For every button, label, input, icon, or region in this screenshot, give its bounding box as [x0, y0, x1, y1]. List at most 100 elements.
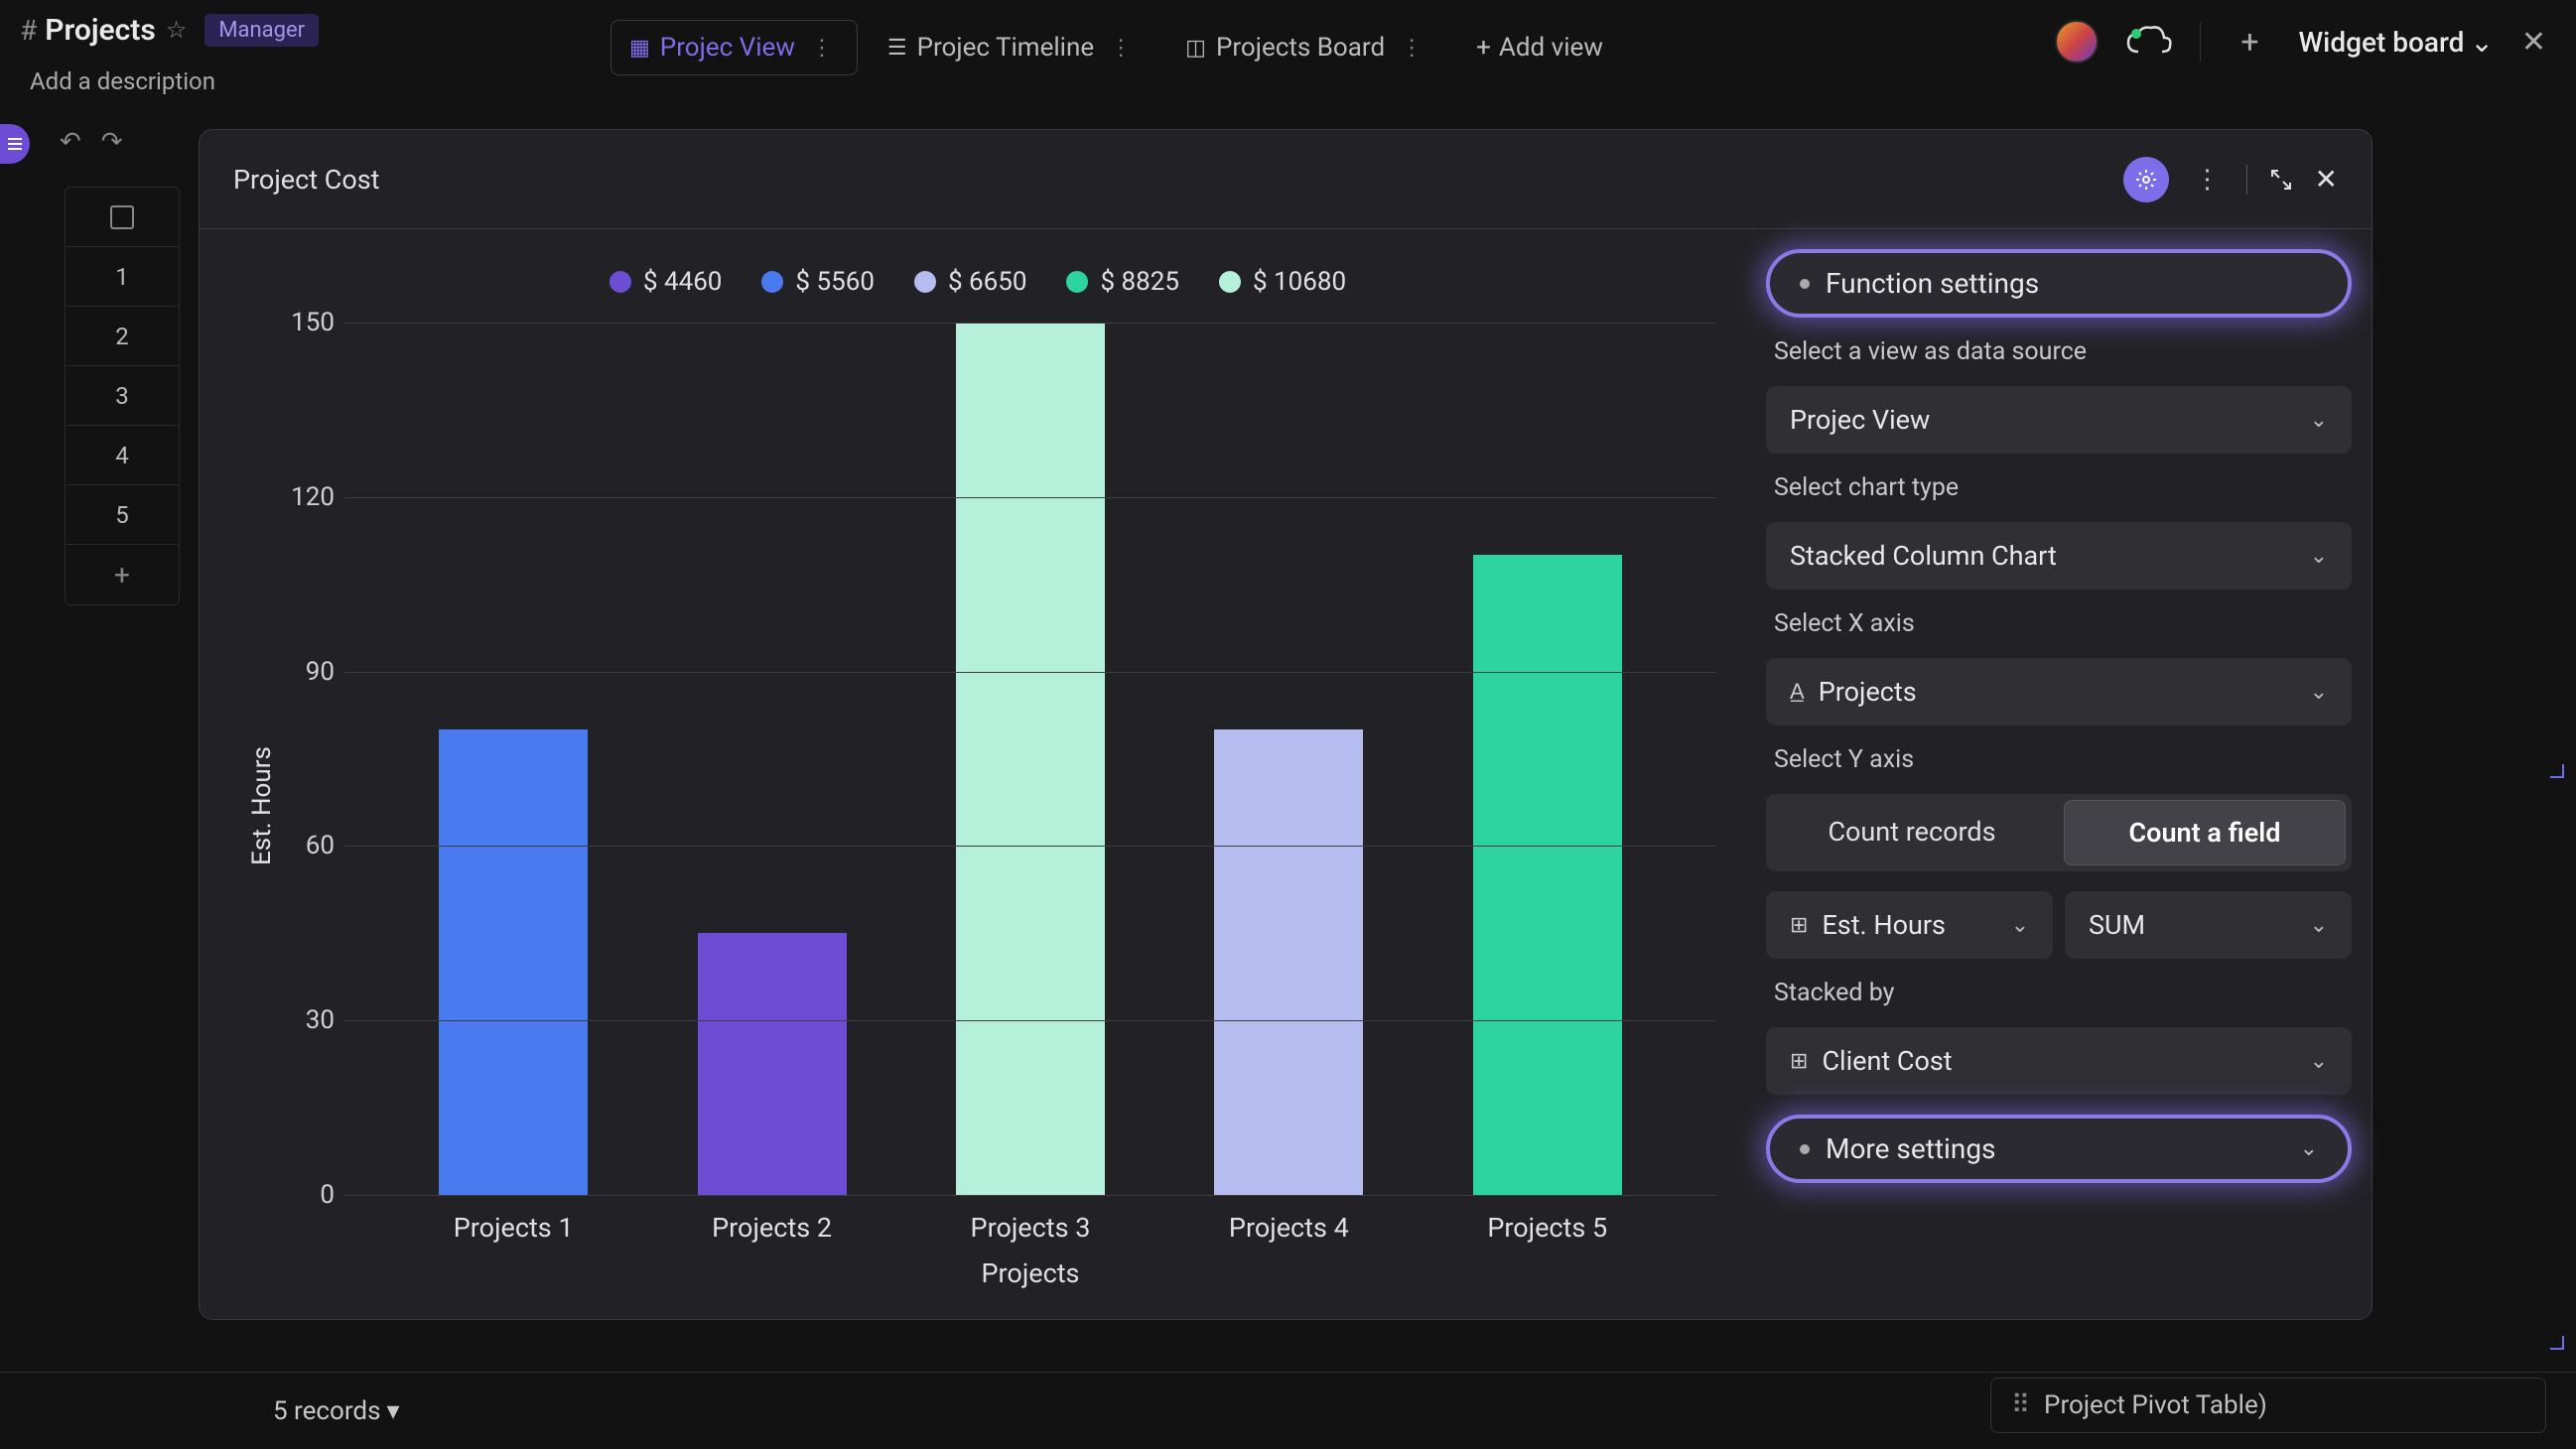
chart-bar[interactable]	[1473, 555, 1622, 1195]
view-tab-timeline[interactable]: ☰ Projec Timeline ⋮	[870, 21, 1155, 74]
modal-title: Project Cost	[233, 164, 380, 196]
tab-menu-icon[interactable]: ⋮	[1104, 36, 1138, 61]
row-numbers-column: 1 2 3 4 5 +	[65, 187, 180, 605]
select-value: Projec View	[1790, 404, 1930, 436]
sync-cloud-icon[interactable]	[2126, 26, 2172, 58]
x-axis-ticks: Projects 1Projects 2Projects 3Projects 4…	[344, 1196, 1716, 1244]
pivot-label: Project Pivot Table)	[2044, 1390, 2267, 1420]
chevron-down-icon: ⌄	[2300, 1136, 2318, 1161]
y-field-select[interactable]: ⊞ Est. Hours ⌄	[1766, 891, 2053, 959]
page-title: Projects	[45, 13, 156, 48]
legend-label: $ 4460	[643, 267, 723, 297]
legend-dot-icon	[914, 271, 936, 293]
chevron-down-icon: ⌄	[2011, 913, 2029, 938]
select-value: Est. Hours	[1822, 909, 1946, 941]
section-title: Function settings	[1826, 267, 2039, 300]
chart-area: $ 4460 $ 5560 $ 6650 $ 8825 $ 10680 Est. Hou…	[200, 229, 1756, 1319]
plus-icon: +	[1476, 33, 1491, 63]
text-field-icon: A̲	[1790, 679, 1805, 705]
legend-label: $ 5560	[795, 267, 875, 297]
avatar[interactable]	[2055, 20, 2099, 64]
close-button[interactable]: ✕	[2315, 163, 2338, 196]
chart-bar[interactable]	[1214, 729, 1363, 1195]
sidebar-toggle[interactable]	[0, 124, 30, 164]
y-tick-label: 150	[285, 308, 335, 337]
hash-icon: #	[20, 14, 37, 47]
y-tick-label: 0	[285, 1180, 335, 1210]
board-icon: ◫	[1185, 36, 1206, 61]
row-number[interactable]: 5	[66, 485, 179, 545]
expand-button[interactable]	[2269, 168, 2293, 192]
settings-panel: Function settings Select a view as data …	[1756, 229, 2372, 1319]
count-field-option[interactable]: Count a field	[2064, 800, 2346, 865]
resize-handle[interactable]	[2550, 1336, 2564, 1350]
redo-button[interactable]: ↷	[101, 127, 123, 157]
select-value: Projects	[1819, 676, 1917, 708]
tab-menu-icon[interactable]: ⋮	[805, 36, 839, 61]
records-count[interactable]: 5 records ▾	[30, 1396, 400, 1426]
legend-item[interactable]: $ 4460	[610, 267, 723, 297]
view-tab-label: Projec Timeline	[917, 33, 1095, 63]
x-axis-label: Select X axis	[1766, 609, 2352, 638]
views-row: ▦ Projec View ⋮ ☰ Projec Timeline ⋮ ◫ Pr…	[610, 20, 1621, 75]
legend-item[interactable]: $ 5560	[761, 267, 875, 297]
add-row-button[interactable]: +	[66, 545, 179, 604]
undo-redo: ↶ ↷	[60, 127, 123, 157]
drag-handle-icon[interactable]: ⠿	[2011, 1390, 2032, 1420]
legend-label: $ 10680	[1253, 267, 1346, 297]
row-number[interactable]: 2	[66, 307, 179, 366]
legend-item[interactable]: $ 10680	[1219, 267, 1346, 297]
legend-item[interactable]: $ 6650	[914, 267, 1027, 297]
pivot-table-widget[interactable]: ⠿ Project Pivot Table)	[1990, 1378, 2546, 1433]
chart-legend: $ 4460 $ 5560 $ 6650 $ 8825 $ 10680	[239, 267, 1716, 297]
star-icon[interactable]: ☆	[166, 16, 188, 44]
close-panel-button[interactable]: ✕	[2521, 25, 2546, 60]
legend-label: $ 8825	[1100, 267, 1179, 297]
chart-bar[interactable]	[956, 323, 1105, 1195]
chevron-down-icon: ⌄	[2310, 680, 2328, 705]
bullet-icon	[1800, 1144, 1810, 1154]
y-axis-mode-segment: Count records Count a field	[1766, 794, 2352, 871]
legend-dot-icon	[610, 271, 631, 293]
y-tick-label: 90	[285, 657, 335, 687]
undo-button[interactable]: ↶	[60, 127, 81, 157]
select-value: SUM	[2089, 909, 2145, 941]
y-axis-label: Est. Hours	[239, 323, 285, 1289]
stacked-by-label: Stacked by	[1766, 979, 2352, 1007]
bullet-icon	[1800, 279, 1810, 289]
view-tab-label: Projects Board	[1216, 33, 1385, 63]
select-value: Client Cost	[1822, 1045, 1952, 1077]
x-axis-select[interactable]: A̲ Projects ⌄	[1766, 658, 2352, 725]
row-number[interactable]: 4	[66, 426, 179, 485]
chevron-down-icon: ⌄	[2310, 913, 2328, 938]
select-all-checkbox[interactable]	[66, 188, 179, 247]
chart-bar[interactable]	[698, 933, 847, 1195]
more-settings-section[interactable]: More settings ⌄	[1766, 1115, 2352, 1183]
settings-button[interactable]	[2123, 157, 2169, 202]
view-tab-board[interactable]: ◫ Projects Board ⋮	[1167, 21, 1446, 74]
data-source-select[interactable]: Projec View ⌄	[1766, 386, 2352, 454]
legend-label: $ 6650	[948, 267, 1027, 297]
section-title: More settings	[1826, 1132, 1996, 1165]
row-number[interactable]: 3	[66, 366, 179, 426]
stacked-by-select[interactable]: ⊞ Client Cost ⌄	[1766, 1027, 2352, 1095]
widget-board-label: Widget board	[2299, 26, 2465, 59]
legend-item[interactable]: $ 8825	[1066, 267, 1179, 297]
view-tab-projec-view[interactable]: ▦ Projec View ⋮	[610, 20, 858, 75]
more-options-button[interactable]: ⋮	[2191, 165, 2225, 195]
add-widget-button[interactable]: +	[2229, 23, 2270, 61]
count-records-option[interactable]: Count records	[1772, 800, 2052, 865]
dropdown-caret-icon: ▾	[387, 1396, 400, 1426]
formula-field-icon: ⊞	[1790, 1049, 1808, 1074]
chart-type-select[interactable]: Stacked Column Chart ⌄	[1766, 522, 2352, 590]
widget-board-dropdown[interactable]: Widget board ⌄	[2299, 26, 2494, 59]
chart-bar[interactable]	[439, 729, 588, 1195]
row-number[interactable]: 1	[66, 247, 179, 307]
resize-handle[interactable]	[2550, 764, 2564, 778]
tab-menu-icon[interactable]: ⋮	[1395, 36, 1428, 61]
y-agg-select[interactable]: SUM ⌄	[2065, 891, 2352, 959]
select-value: Stacked Column Chart	[1790, 540, 2057, 572]
add-view-button[interactable]: + Add view	[1458, 21, 1621, 74]
chart-type-label: Select chart type	[1766, 473, 2352, 502]
function-settings-section[interactable]: Function settings	[1766, 249, 2352, 318]
